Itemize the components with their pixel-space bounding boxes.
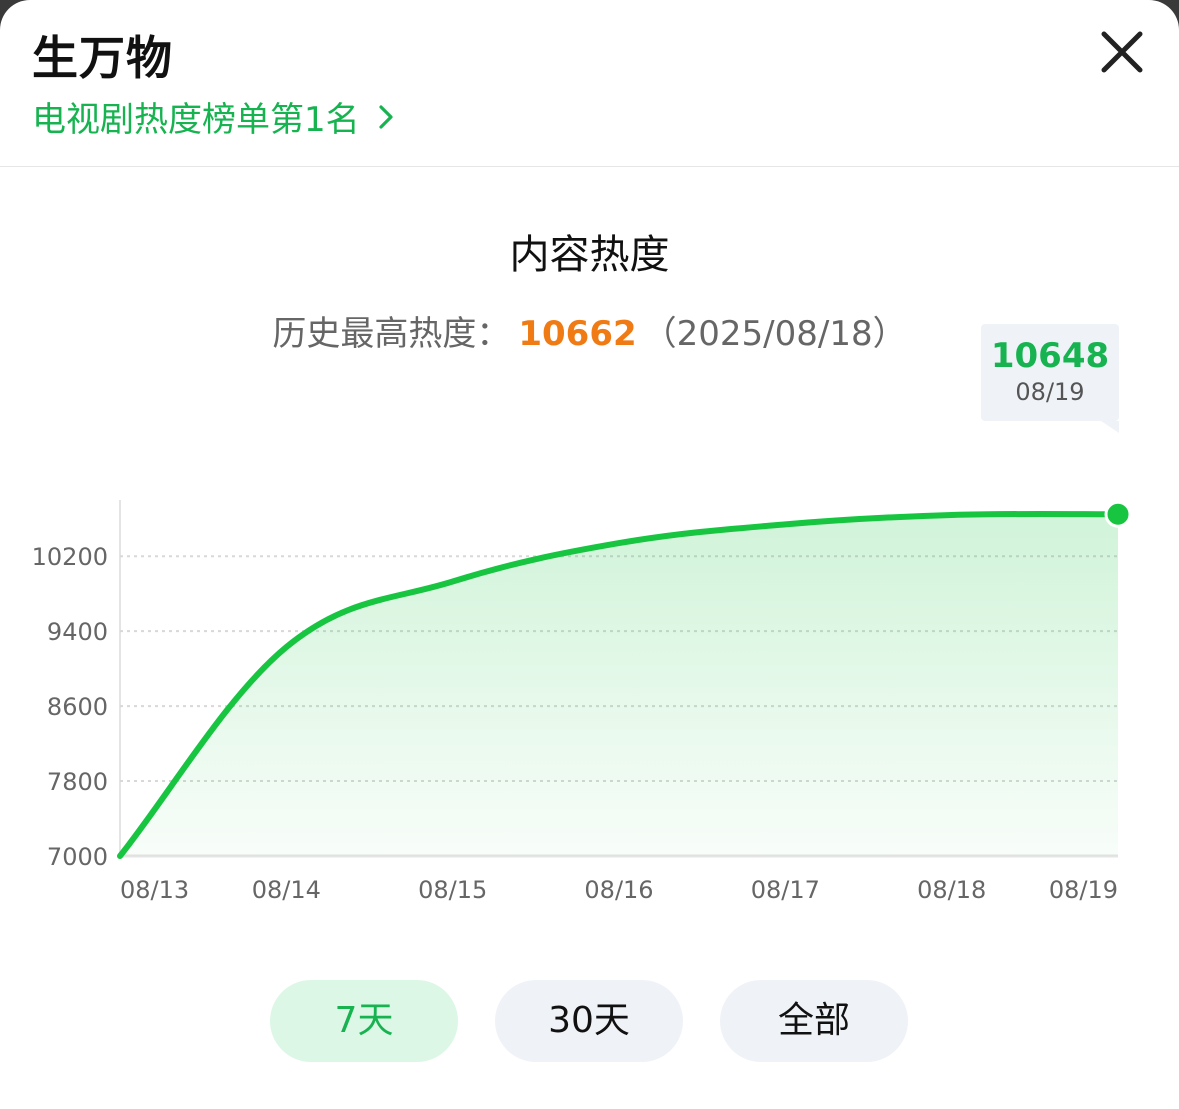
x-tick-label: 08/19: [1049, 876, 1118, 904]
peak-label: 历史最高热度：: [272, 314, 511, 354]
chart-title: 内容热度: [509, 232, 670, 278]
close-icon[interactable]: [1094, 24, 1150, 80]
panel-header: 生万物 电视剧热度榜单第1名: [0, 0, 1179, 167]
y-tick-label: 9400: [47, 618, 108, 646]
drama-title: 生万物: [32, 31, 173, 85]
x-tick-label: 08/15: [418, 876, 487, 904]
selected-point-marker: [1104, 500, 1132, 528]
y-tick-label: 7000: [47, 843, 108, 871]
tooltip-value: 10648: [990, 336, 1110, 376]
heat-chart[interactable]: 7000 7800 8600 9400 10200 08/13 08/14 08/15 08/1…: [0, 470, 1179, 910]
data-point-tooltip: 10648 08/19: [981, 324, 1119, 433]
heat-area-fill: [120, 513, 1118, 856]
peak-date: （2025/08/18）: [642, 314, 907, 354]
tab-all[interactable]: 全部: [720, 980, 908, 1062]
x-tick-label: 08/18: [917, 876, 986, 904]
tab-7-days[interactable]: 7天: [270, 980, 458, 1062]
x-tick-label: 08/16: [584, 876, 653, 904]
peak-value: 10662: [518, 314, 637, 354]
ranking-link-label: 电视剧热度榜单第1名: [32, 100, 360, 140]
x-tick-label: 08/14: [252, 876, 321, 904]
x-tick-label: 08/17: [751, 876, 820, 904]
range-tabs: 7天 30天 全部: [270, 980, 910, 1062]
x-tick-label: 08/13: [120, 876, 189, 904]
tooltip-date: 08/19: [1015, 378, 1085, 406]
chevron-right-icon: [379, 104, 393, 129]
y-tick-label: 10200: [32, 543, 108, 571]
ranking-link[interactable]: 电视剧热度榜单第1名: [32, 92, 398, 141]
y-tick-label: 8600: [47, 693, 108, 721]
y-tick-label: 7800: [47, 768, 108, 796]
tab-30-days[interactable]: 30天: [495, 980, 683, 1062]
heat-panel: 生万物 电视剧热度榜单第1名 内容热度 历史最高热度： 10662 （2025/08…: [0, 0, 1179, 1109]
